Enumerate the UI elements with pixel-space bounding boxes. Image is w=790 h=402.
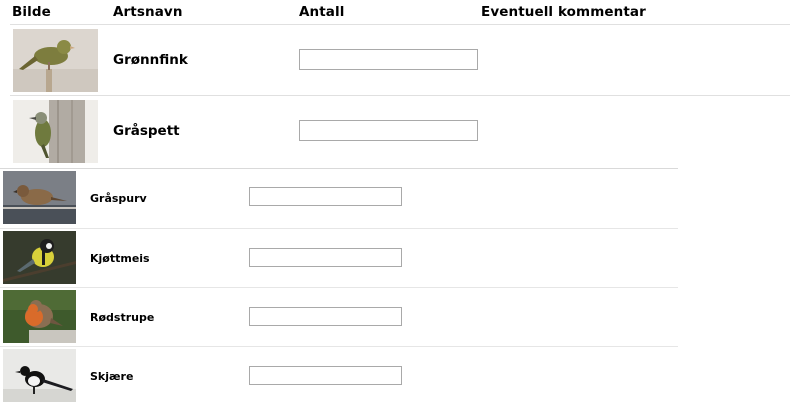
species-name: Skjære <box>90 370 134 383</box>
grey-headed-woodpecker-photo <box>13 100 98 163</box>
table-row: Rødstrupe <box>0 287 678 346</box>
house-sparrow-photo <box>3 171 76 224</box>
count-input[interactable] <box>249 187 402 206</box>
count-input[interactable] <box>249 366 402 385</box>
greenfinch-photo <box>13 29 98 92</box>
great-tit-photo <box>3 231 76 284</box>
header-count: Antall <box>299 4 345 20</box>
table-row: Skjære <box>0 346 678 402</box>
table-row: Gråspett <box>10 95 790 165</box>
species-name: Rødstrupe <box>90 311 155 324</box>
header-species: Artsnavn <box>113 4 183 20</box>
species-name: Kjøttmeis <box>90 252 150 265</box>
count-input[interactable] <box>249 248 402 267</box>
count-input[interactable] <box>299 49 478 70</box>
table-row: Kjøttmeis <box>0 228 678 287</box>
header-image: Bilde <box>12 4 51 20</box>
header-comment: Eventuell kommentar <box>481 4 646 20</box>
table-row: Grønnfink <box>10 24 790 95</box>
species-name: Grønnfink <box>113 52 188 68</box>
magpie-photo <box>3 349 76 402</box>
count-input[interactable] <box>299 120 478 141</box>
species-name: Gråspett <box>113 123 180 139</box>
robin-photo <box>3 290 76 343</box>
count-input[interactable] <box>249 307 402 326</box>
table-row: Gråspurv <box>0 168 678 227</box>
species-name: Gråspurv <box>90 192 147 205</box>
